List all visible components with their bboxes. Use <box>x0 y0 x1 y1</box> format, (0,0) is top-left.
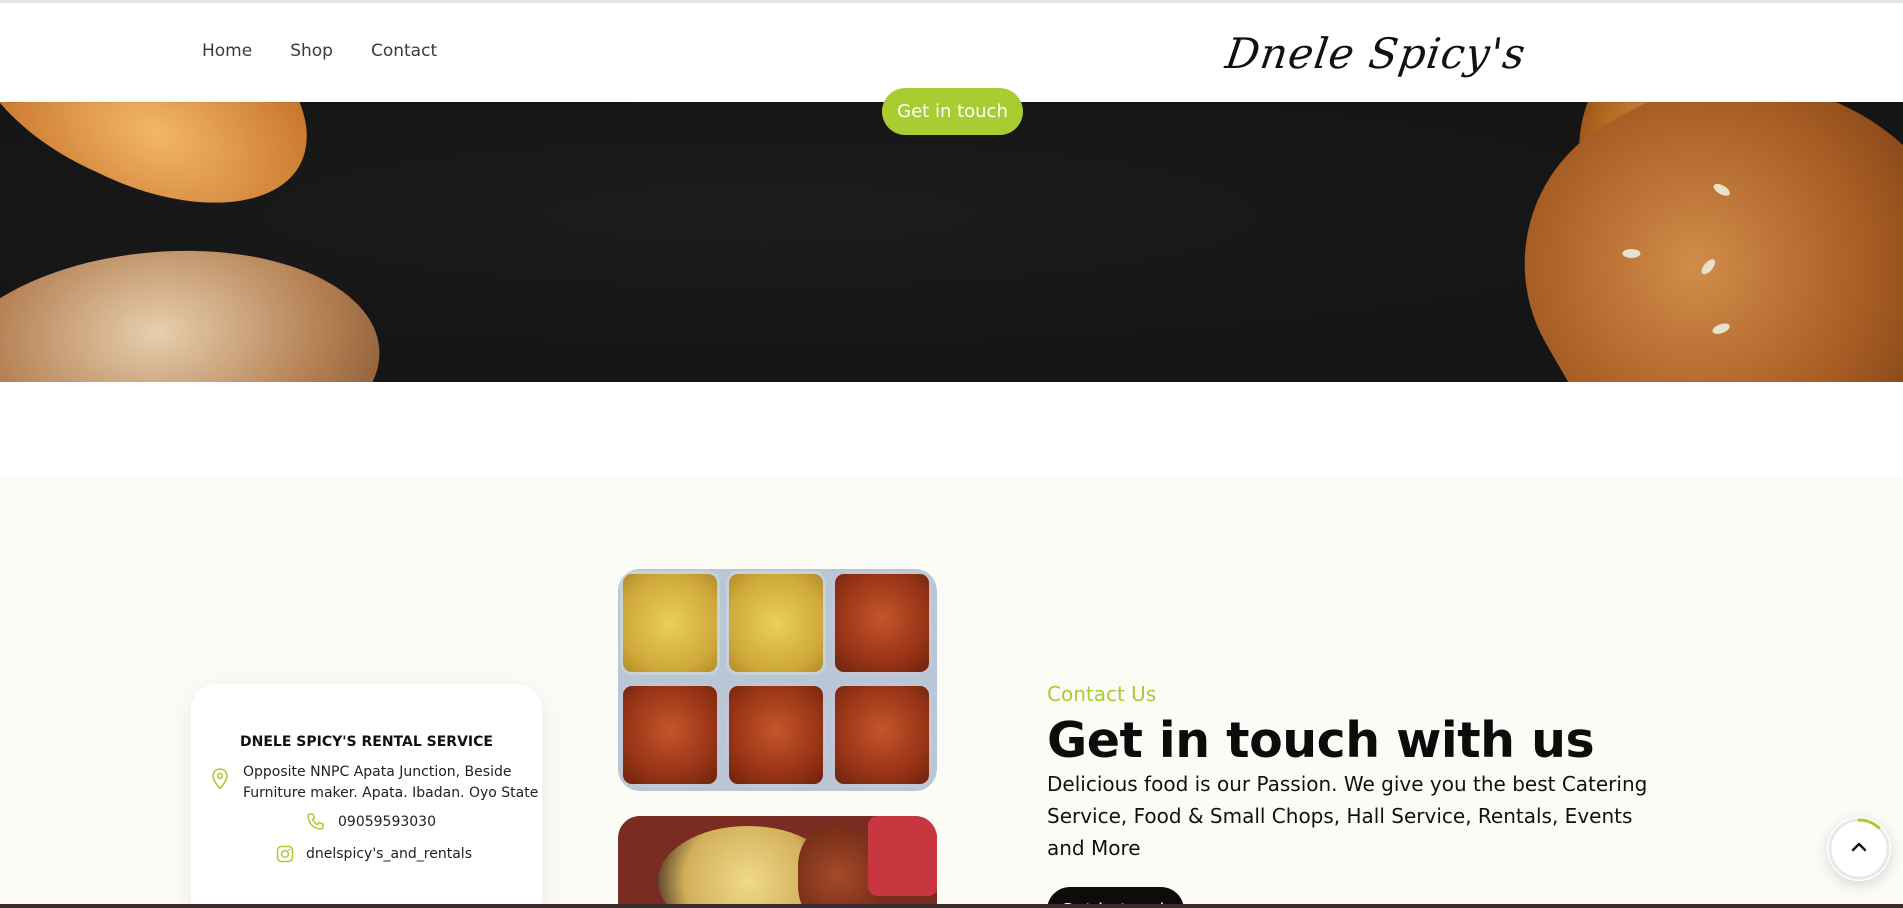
bread-image <box>1466 102 1903 382</box>
address-row: Opposite NNPC Apata Junction, Beside Fur… <box>211 762 538 804</box>
main-nav: Home Shop Contact <box>202 41 475 61</box>
contact-description: Delicious food is our Passion. We give y… <box>1047 772 1648 860</box>
instagram-icon <box>276 845 294 863</box>
phone-number[interactable]: 09059593030 <box>338 812 436 833</box>
nav-link-contact[interactable]: Contact <box>371 41 437 61</box>
hero-banner <box>0 102 1903 382</box>
instagram-handle[interactable]: dnelspicy's_and_rentals <box>306 844 472 865</box>
contact-card: DNELE SPICY'S RENTAL SERVICE Opposite NN… <box>191 684 542 908</box>
food-image-rice-chicken <box>618 569 937 791</box>
food-image-noodles-platter <box>618 816 937 908</box>
bottom-border <box>0 904 1903 908</box>
contact-heading: Get in touch with us <box>1047 712 1595 769</box>
address-line-1: Opposite NNPC Apata Junction, Beside <box>243 764 512 780</box>
chevron-up-icon <box>1848 836 1870 863</box>
card-title: DNELE SPICY'S RENTAL SERVICE <box>240 734 493 750</box>
contact-eyebrow: Contact Us <box>1047 682 1157 706</box>
location-pin-icon <box>211 768 229 790</box>
bread-image <box>0 102 346 249</box>
site-logo[interactable]: Dnele Spicy's <box>1223 29 1530 78</box>
scroll-to-top-button[interactable] <box>1827 817 1891 881</box>
phone-icon <box>306 812 326 832</box>
section-spacer <box>0 382 1903 474</box>
bread-image <box>0 233 390 382</box>
nav-link-home[interactable]: Home <box>202 41 252 61</box>
instagram-row[interactable]: dnelspicy's_and_rentals <box>276 844 472 865</box>
address-line-2: Furniture maker. Apata. Ibadan. Oyo Stat… <box>243 785 539 801</box>
hero-get-in-touch-button[interactable]: Get in touch <box>882 88 1023 135</box>
phone-row[interactable]: 09059593030 <box>306 812 436 833</box>
nav-link-shop[interactable]: Shop <box>290 41 333 61</box>
